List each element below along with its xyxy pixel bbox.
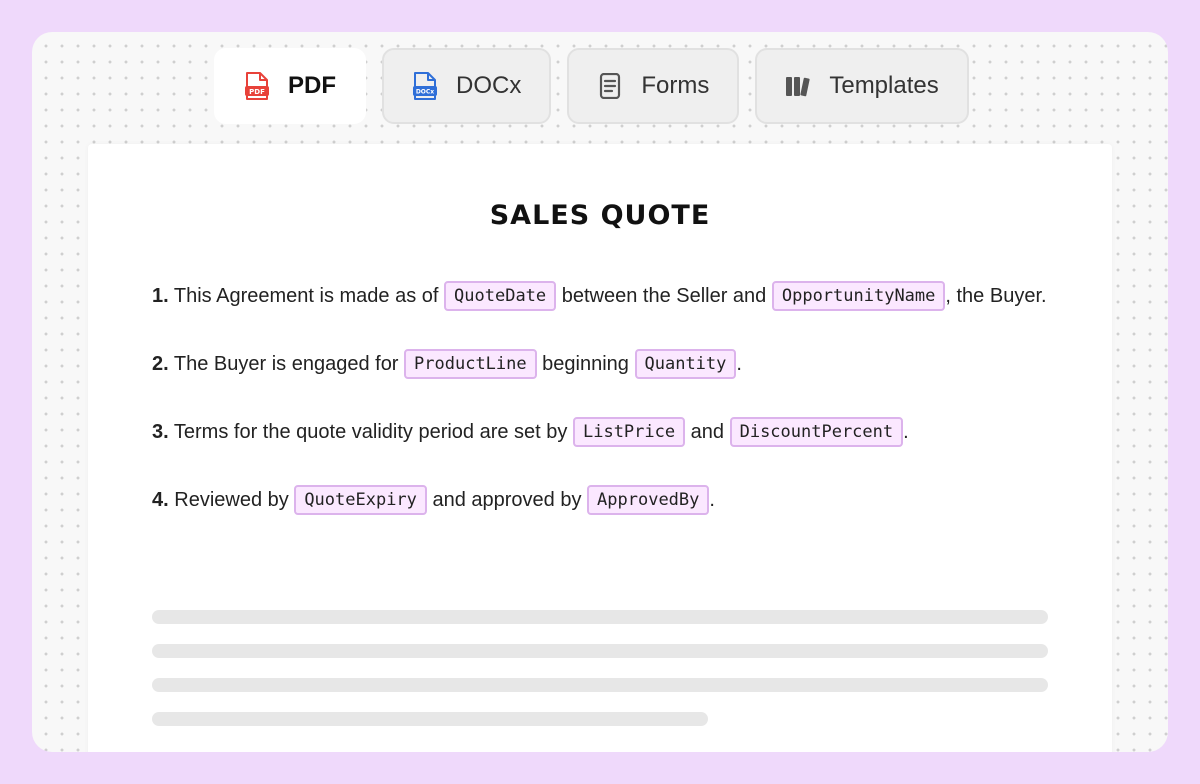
clause-3: 3. Terms for the quote validity period a… [152,416,1052,449]
tab-docx[interactable]: DOCx DOCx [382,48,552,124]
clause-2: 2. The Buyer is engaged for ProductLine … [152,348,1052,381]
tab-pdf-label: PDF [288,72,336,99]
clause-text: between the Seller and [556,285,772,307]
templates-library-icon [785,72,811,100]
clause-text: and approved by [426,489,588,511]
merge-field-quotedate[interactable]: QuoteDate [444,281,557,311]
placeholder-line [152,610,1048,624]
placeholder-text-lines [152,610,1048,746]
clause-text: Reviewed by [174,489,295,511]
merge-field-listprice[interactable]: ListPrice [572,417,686,447]
pdf-file-icon: PDF [244,72,270,100]
clause-text: . [903,421,909,443]
merge-field-opportunityname[interactable]: OpportunityName [771,281,946,311]
format-tabs: PDF PDF DOCx DOCx Forms Templates [214,48,969,124]
tab-templates[interactable]: Templates [755,48,969,124]
tab-pdf[interactable]: PDF PDF [214,48,366,124]
clause-text: Terms for the quote validity period are … [173,421,573,443]
merge-field-productline[interactable]: ProductLine [404,349,537,379]
document-title: SALES QUOTE [489,200,711,231]
placeholder-line [152,678,1048,692]
merge-field-approvedby[interactable]: ApprovedBy [587,485,710,515]
clause-1: 1. This Agreement is made as of QuoteDat… [152,280,1052,313]
docx-icon-text: DOCx [416,89,434,96]
form-document-icon [597,72,623,100]
pdf-icon-text: PDF [249,88,265,96]
clause-4: 4. Reviewed by QuoteExpiry and approved … [152,484,1052,517]
tab-forms-label: Forms [641,72,710,99]
tab-templates-label: Templates [829,72,939,99]
document-page: SALES QUOTE 1. This Agreement is made as… [88,144,1112,752]
docx-file-icon: DOCx [412,72,438,100]
clause-number: 1. [152,285,169,307]
clause-text: beginning [536,353,635,375]
clause-text: . [736,353,742,375]
clause-text: The Buyer is engaged for [173,353,405,375]
clause-text: and [685,421,730,443]
clause-text: . [709,489,715,511]
clause-number: 3. [152,421,169,443]
editor-panel: PDF PDF DOCx DOCx Forms Templates SALES … [32,32,1168,752]
placeholder-line [152,712,708,726]
merge-field-quoteexpiry[interactable]: QuoteExpiry [294,485,427,515]
clause-text: This Agreement is made as of [173,285,445,307]
clause-number: 2. [152,353,169,375]
tab-docx-label: DOCx [456,72,522,99]
placeholder-line [152,644,1048,658]
merge-field-quantity[interactable]: Quantity [634,349,737,379]
clause-number: 4. [152,489,169,511]
clause-list: 1. This Agreement is made as of QuoteDat… [152,280,1052,552]
tab-forms[interactable]: Forms [567,48,740,124]
merge-field-discountpercent[interactable]: DiscountPercent [729,417,904,447]
clause-text: , the Buyer. [945,285,1047,307]
